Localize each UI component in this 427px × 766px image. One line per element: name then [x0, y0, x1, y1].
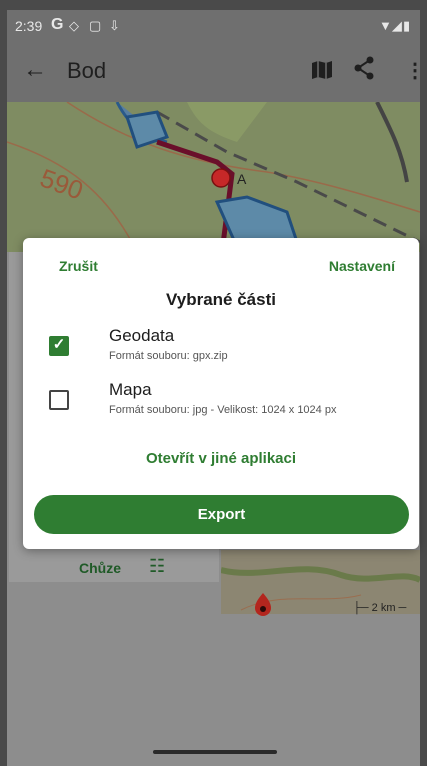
export-dialog: Zrušit Nastavení Vybrané části ✓ Geodata… [23, 238, 419, 549]
download-icon: ⇩ [109, 18, 120, 33]
page-title: Bod [67, 58, 107, 83]
location-pin-icon [253, 592, 273, 623]
option-map[interactable]: Mapa Formát souboru: jpg - Velikost: 102… [47, 380, 407, 424]
export-button[interactable]: Export [34, 495, 409, 534]
app-bar: ← Bod ⋮ [7, 42, 420, 102]
tune-icon[interactable]: ☷ [149, 556, 165, 577]
option-label: Mapa [109, 380, 152, 399]
wifi-icon: ▼◢ [379, 18, 402, 33]
back-arrow-icon[interactable]: ← [23, 56, 47, 84]
google-icon: G [51, 16, 64, 33]
checkbox-checked-icon[interactable]: ✓ [49, 336, 69, 356]
share-icon[interactable] [353, 56, 375, 85]
activity-label[interactable]: Chůze [79, 560, 121, 576]
map-point-label: A [237, 171, 247, 187]
cancel-button[interactable]: Zrušit [59, 258, 98, 274]
status-time: 2:39 [15, 18, 43, 34]
checkbox-empty-icon[interactable] [49, 390, 69, 410]
option-geodata[interactable]: ✓ Geodata Formát souboru: gpx.zip [47, 326, 407, 370]
option-label: Geodata [109, 326, 175, 345]
screen-icon: ▢ [89, 18, 102, 33]
map-view[interactable]: A 590 [7, 102, 420, 252]
settings-button[interactable]: Nastavení [329, 258, 395, 274]
shield-icon: ◇ [69, 18, 79, 33]
option-format: Formát souboru: gpx.zip [109, 350, 228, 362]
home-indicator[interactable] [153, 750, 277, 754]
open-in-other-app-button[interactable]: Otevřít v jiné aplikaci [23, 450, 419, 467]
dialog-title: Vybrané části [166, 290, 276, 309]
status-bar: 2:39 G ◇ ▢ ⇩ ▼◢ ▮ [7, 10, 420, 42]
scale-label: 2 km [371, 602, 396, 614]
battery-icon: ▮ [403, 18, 411, 33]
map-icon[interactable] [311, 60, 333, 85]
more-vert-icon[interactable]: ⋮ [405, 58, 420, 83]
option-format: Formát souboru: jpg - Velikost: 1024 x 1… [109, 404, 337, 416]
scale-bar: ├─ 2 km ─ [353, 602, 407, 614]
